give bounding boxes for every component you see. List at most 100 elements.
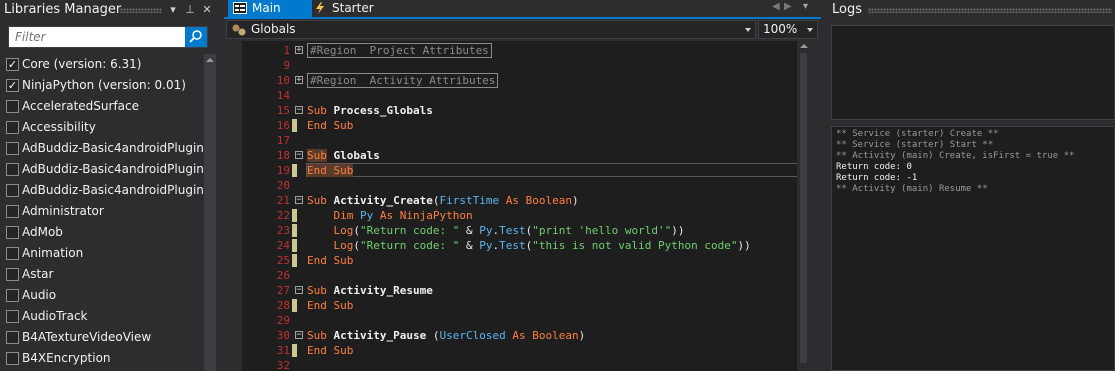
code-line[interactable]: 28 End Sub: [228, 298, 808, 313]
code-line[interactable]: 25 End Sub: [228, 253, 808, 268]
code-line[interactable]: 9: [228, 58, 808, 73]
code-line[interactable]: 23 Log("Return code: " & Py.Test("print …: [228, 223, 808, 238]
code-line[interactable]: 26: [228, 268, 808, 283]
library-label: AdBuddiz-Basic4androidPlugin-2: [22, 162, 204, 176]
search-button[interactable]: [185, 27, 207, 47]
change-marker: [292, 224, 297, 237]
library-item[interactable]: ✓ Core (version: 6.31): [0, 54, 204, 75]
log-output[interactable]: ** Service (starter) Create ** ** Service…: [831, 126, 1115, 371]
change-marker: [292, 209, 297, 222]
code-scrollbar[interactable]: [797, 41, 811, 371]
zoom-dropdown[interactable]: 100%: [758, 20, 818, 39]
tab-main[interactable]: Main: [228, 0, 312, 17]
code-line[interactable]: 21− Sub Activity_Create(FirstTime As Bool…: [228, 193, 808, 208]
library-item[interactable]: B4ATextureVideoView: [0, 327, 204, 348]
library-item[interactable]: Accessibility: [0, 117, 204, 138]
code-line[interactable]: 27− Sub Activity_Resume: [228, 283, 808, 298]
library-checkbox[interactable]: [6, 289, 19, 302]
panel-grip[interactable]: [868, 8, 1112, 13]
code-line[interactable]: 10 + #Region Activity Attributes: [228, 73, 808, 88]
library-checkbox[interactable]: [6, 184, 19, 197]
code-line[interactable]: 29: [228, 313, 808, 328]
library-checkbox[interactable]: ✓: [6, 58, 19, 71]
library-item[interactable]: ✓ NinjaPython (version: 0.01): [0, 75, 204, 96]
library-item[interactable]: AdBuddiz-Basic4androidPlugin-2: [0, 138, 204, 159]
expand-icon[interactable]: +: [295, 76, 303, 85]
library-label: Astar: [22, 267, 54, 281]
code-line[interactable]: 24 Log("Return code: " & Py.Test("this i…: [228, 238, 808, 253]
line-number: 19: [276, 164, 290, 177]
library-item[interactable]: Audio: [0, 285, 204, 306]
library-checkbox[interactable]: [6, 205, 19, 218]
library-checkbox[interactable]: [6, 352, 19, 365]
library-checkbox[interactable]: [6, 100, 19, 113]
code-area[interactable]: 1 + #Region Project Attributes 9 10 + #Region …: [228, 41, 808, 371]
code-token: Activity_Pause: [333, 329, 433, 342]
library-item[interactable]: AdBuddiz-Basic4androidPlugin-2: [0, 159, 204, 180]
panel-grip[interactable]: [120, 8, 162, 13]
code-line[interactable]: 30− Sub Activity_Pause (UserClosed As Boo…: [228, 328, 808, 343]
code-line[interactable]: 22 Dim Py As NinjaPython: [228, 208, 808, 223]
code-line[interactable]: 15− Sub Process_Globals: [228, 103, 808, 118]
line-number: 14: [276, 89, 290, 102]
library-checkbox[interactable]: [6, 331, 19, 344]
scrollbar-thumb[interactable]: [800, 53, 807, 363]
tab-scroll-right-icon[interactable]: ▶: [784, 1, 792, 12]
expand-icon[interactable]: +: [295, 46, 303, 55]
collapse-icon[interactable]: −: [295, 196, 303, 205]
library-checkbox[interactable]: [6, 142, 19, 155]
collapse-icon[interactable]: −: [295, 286, 303, 295]
code-token: Log: [307, 239, 354, 252]
code-line[interactable]: 20: [228, 178, 808, 193]
code-token: Test: [499, 239, 526, 252]
library-item[interactable]: B4XEncryption: [0, 348, 204, 369]
library-checkbox[interactable]: [6, 268, 19, 281]
code-token: ): [578, 329, 586, 342]
code-line[interactable]: 31 End Sub: [228, 343, 808, 358]
code-token: As: [499, 194, 526, 207]
filter-input[interactable]: [9, 27, 197, 47]
code-line[interactable]: 19 End Sub: [228, 163, 808, 178]
tab-starter[interactable]: Starter: [308, 0, 412, 17]
scroll-up-icon[interactable]: [206, 58, 214, 62]
pin-icon[interactable]: ⊥: [183, 2, 197, 18]
library-checkbox[interactable]: [6, 226, 19, 239]
code-line[interactable]: 17: [228, 133, 808, 148]
close-icon[interactable]: ✕: [200, 2, 214, 18]
library-item[interactable]: AcceleratedSurface: [0, 96, 204, 117]
library-checkbox[interactable]: [6, 163, 19, 176]
library-label: Animation: [22, 246, 84, 260]
line-number: 16: [276, 119, 290, 132]
filter-box[interactable]: [8, 26, 208, 48]
library-item[interactable]: Administrator: [0, 201, 204, 222]
logs-filter-area[interactable]: [831, 25, 1115, 120]
code-editor-panel: Main Starter ◀ ▶ ▾ Globals 100% 1 + #Regio…: [224, 0, 821, 371]
line-number: 28: [276, 299, 290, 312]
tab-scroll-left-icon[interactable]: ◀: [772, 1, 780, 12]
log-line: ** Activity (main) Create, isFirst = tru…: [836, 151, 1075, 161]
collapse-icon[interactable]: −: [295, 331, 303, 340]
collapse-icon[interactable]: −: [295, 106, 303, 115]
library-list-scrollbar[interactable]: [204, 54, 216, 371]
code-line[interactable]: 14: [228, 88, 808, 103]
code-line[interactable]: 1 + #Region Project Attributes: [228, 43, 808, 58]
panel-menu-icon[interactable]: ▾: [166, 2, 180, 18]
library-checkbox[interactable]: [6, 310, 19, 323]
code-line[interactable]: 18− Sub Globals: [228, 148, 808, 163]
library-item[interactable]: AdMob: [0, 222, 204, 243]
code-text: End Sub: [307, 118, 353, 133]
collapse-icon[interactable]: −: [295, 151, 303, 160]
library-checkbox[interactable]: [6, 121, 19, 134]
scroll-up-icon[interactable]: [800, 44, 808, 48]
library-item[interactable]: Astar: [0, 264, 204, 285]
code-line[interactable]: 32: [228, 358, 808, 371]
code-token: (: [353, 224, 360, 237]
library-item[interactable]: Animation: [0, 243, 204, 264]
tab-list-icon[interactable]: ▾: [803, 1, 808, 12]
library-item[interactable]: AdBuddiz-Basic4androidPlugin-3: [0, 180, 204, 201]
library-checkbox[interactable]: [6, 247, 19, 260]
code-line[interactable]: 16 End Sub: [228, 118, 808, 133]
library-checkbox[interactable]: ✓: [6, 79, 19, 92]
library-item[interactable]: AudioTrack: [0, 306, 204, 327]
sub-selector-dropdown[interactable]: Globals: [226, 20, 756, 39]
